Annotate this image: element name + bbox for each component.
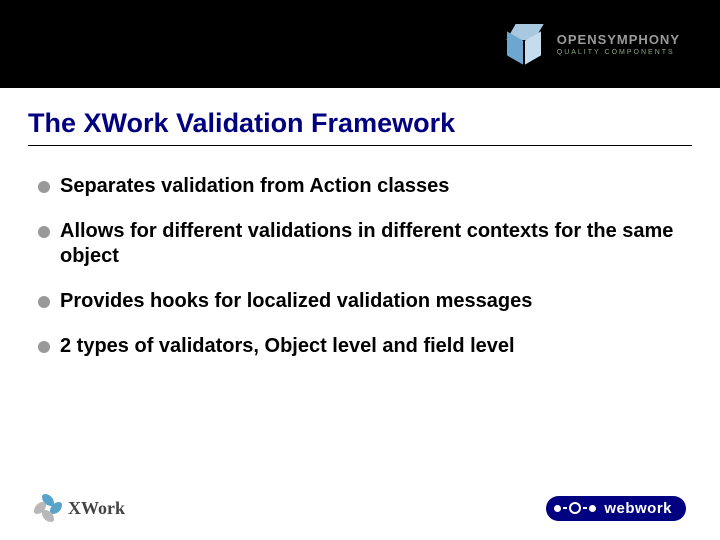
cube-icon [503, 24, 547, 64]
bullet-text: Separates validation from Action classes [60, 174, 449, 199]
opensymphony-text: OPENSYMPHONY [557, 33, 680, 46]
bullet-icon [38, 181, 50, 193]
top-banner: OPENSYMPHONY QUALITY COMPONENTS [0, 0, 720, 88]
bullet-item: Allows for different validations in diff… [38, 219, 682, 269]
bullet-icon [38, 226, 50, 238]
bullet-icon [38, 341, 50, 353]
bullet-text: Provides hooks for localized validation … [60, 289, 532, 314]
bullet-icon [38, 296, 50, 308]
bullet-text: Allows for different validations in diff… [60, 219, 682, 269]
xwork-icon [34, 494, 62, 522]
xwork-text: XWork [68, 498, 125, 519]
webwork-logo: webwork [546, 496, 686, 521]
bullet-text: 2 types of validators, Object level and … [60, 334, 515, 359]
xwork-logo: XWork [34, 494, 125, 522]
bullet-item: Separates validation from Action classes [38, 174, 682, 199]
content-area: Separates validation from Action classes… [38, 174, 682, 359]
slide-title: The XWork Validation Framework [28, 108, 692, 146]
bullet-item: Provides hooks for localized validation … [38, 289, 682, 314]
footer-logos: XWork webwork [0, 494, 720, 522]
opensymphony-logo: OPENSYMPHONY QUALITY COMPONENTS [503, 24, 680, 64]
webwork-icon [554, 502, 596, 514]
webwork-text: webwork [604, 500, 672, 517]
opensymphony-subtext: QUALITY COMPONENTS [557, 49, 680, 56]
bullet-item: 2 types of validators, Object level and … [38, 334, 682, 359]
